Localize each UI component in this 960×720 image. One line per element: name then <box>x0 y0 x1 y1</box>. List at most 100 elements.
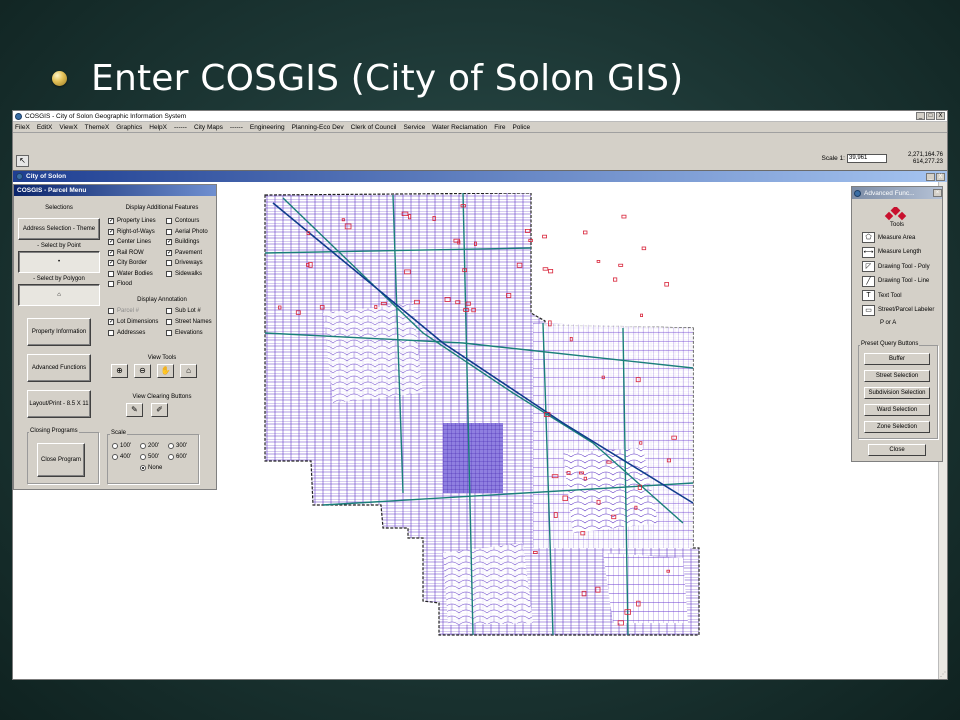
checkbox-features-left-3[interactable]: ✓ Rail ROW <box>108 249 144 256</box>
menu-item-14[interactable]: Fire <box>494 124 505 131</box>
menu-item-4[interactable]: Graphics <box>116 124 142 131</box>
advanced-functions-button[interactable]: Advanced Functions <box>27 354 91 382</box>
checked-icon[interactable]: ✓ <box>108 218 114 224</box>
radio-dot-icon[interactable] <box>140 465 146 471</box>
unchecked-icon[interactable] <box>166 218 172 224</box>
unchecked-icon[interactable] <box>108 308 114 314</box>
menu-item-9[interactable]: Engineering <box>250 124 285 131</box>
zoom-out-icon[interactable]: ⊖ <box>134 364 151 378</box>
draw-line-icon[interactable]: ╱ <box>862 275 875 287</box>
checkbox-features-right-2[interactable]: ✓ Buildings <box>166 239 199 245</box>
menu-item-2[interactable]: ViewX <box>59 124 77 131</box>
layout-print-button[interactable]: Layout/Print - 8.5 X 11 <box>27 390 91 418</box>
unchecked-icon[interactable] <box>166 319 172 325</box>
zoom-in-icon[interactable]: ⊕ <box>111 364 128 378</box>
pan-hand-icon[interactable]: ✋ <box>157 364 174 378</box>
scale-radio-6[interactable]: None <box>140 465 162 471</box>
select-by-point-button[interactable]: • <box>18 251 100 273</box>
close-program-button[interactable]: Close Program <box>37 443 85 477</box>
measure-area-icon[interactable]: ⬠ <box>862 232 875 243</box>
clear-graphics-icon[interactable]: ✎ <box>126 403 143 417</box>
address-selection-button[interactable]: Address Selection - Theme <box>18 218 100 240</box>
checkbox-annot-left-1[interactable]: ✓ Lot Dimensions <box>108 319 158 325</box>
checkbox-features-right-5[interactable]: Sidewalks <box>166 270 202 277</box>
checkbox-features-left-5[interactable]: Water Bodies <box>108 270 153 277</box>
unchecked-icon[interactable] <box>166 308 172 314</box>
advanced-tool-0[interactable]: ⬠ Measure Area <box>862 232 915 243</box>
pointer-tool-button[interactable]: ↖ <box>16 154 29 167</box>
unchecked-icon[interactable] <box>166 270 172 277</box>
select-by-polygon-button[interactable]: ⌂ <box>18 284 100 306</box>
radio-dot-icon[interactable] <box>140 454 146 460</box>
checkbox-features-left-4[interactable]: ✓ City Border <box>108 260 147 266</box>
menu-item-10[interactable]: Planning-Eco Dev <box>292 124 344 131</box>
advanced-tool-3[interactable]: ╱ Drawing Tool - Line <box>862 275 929 287</box>
map-minimize-button[interactable]: _ <box>926 172 935 181</box>
checkbox-features-left-0[interactable]: ✓ Property Lines <box>108 218 156 224</box>
unchecked-icon[interactable] <box>166 330 172 336</box>
checkbox-features-right-1[interactable]: Aerial Photo <box>166 228 208 235</box>
checkbox-features-right-3[interactable]: ✓ Pavement <box>166 249 202 256</box>
unchecked-icon[interactable] <box>108 330 114 336</box>
unchecked-icon[interactable] <box>108 281 114 287</box>
checkbox-annot-right-0[interactable]: Sub Lot # <box>166 308 201 314</box>
preset-query-button-4[interactable]: Zone Selection <box>864 421 930 433</box>
property-information-button[interactable]: Property Information <box>27 318 91 346</box>
checkbox-annot-right-1[interactable]: Street Names <box>166 319 212 325</box>
unchecked-icon[interactable] <box>166 260 172 266</box>
scale-radio-5[interactable]: 600' <box>168 454 187 460</box>
menu-item-0[interactable]: FileX <box>15 124 30 131</box>
scale-input[interactable]: 39,961 <box>847 154 887 163</box>
close-button[interactable]: X <box>936 112 945 120</box>
checked-icon[interactable]: ✓ <box>108 228 114 235</box>
advanced-tool-5[interactable]: ▭ Street/Parcel Labeler <box>862 304 934 316</box>
checked-icon[interactable]: ✓ <box>166 239 172 245</box>
advanced-tool-1[interactable]: ⟷ Measure Length <box>862 246 921 258</box>
checkbox-features-left-2[interactable]: ✓ Center Lines <box>108 239 151 245</box>
checkbox-features-left-6[interactable]: Flood <box>108 281 132 287</box>
checkbox-annot-left-2[interactable]: Addresses <box>108 330 145 336</box>
checked-icon[interactable]: ✓ <box>108 249 114 256</box>
minimize-button[interactable]: _ <box>916 112 925 120</box>
menu-item-5[interactable]: HelpX <box>149 124 167 131</box>
menu-item-11[interactable]: Clerk of Council <box>351 124 397 131</box>
radio-dot-icon[interactable] <box>168 454 174 460</box>
radio-dot-icon[interactable] <box>112 454 118 460</box>
text-tool-icon[interactable]: T <box>862 290 875 301</box>
checkbox-annot-right-2[interactable]: Elevations <box>166 330 203 336</box>
scale-radio-3[interactable]: 400' <box>112 454 131 460</box>
checkbox-features-right-4[interactable]: Driveways <box>166 260 203 266</box>
menu-item-13[interactable]: Water Reclamation <box>432 124 487 131</box>
parcel-map[interactable] <box>263 193 703 643</box>
unchecked-icon[interactable] <box>108 270 114 277</box>
resize-grip-icon[interactable]: ⋰ <box>940 671 946 678</box>
radio-dot-icon[interactable] <box>168 443 174 449</box>
menu-item-12[interactable]: Service <box>404 124 426 131</box>
advanced-close-button[interactable]: × <box>933 189 942 197</box>
unchecked-icon[interactable] <box>166 228 172 235</box>
preset-query-button-0[interactable]: Buffer <box>864 353 930 365</box>
preset-query-button-1[interactable]: Street Selection <box>864 370 930 382</box>
radio-dot-icon[interactable] <box>112 443 118 449</box>
advanced-close-panel-button[interactable]: Close <box>868 444 926 456</box>
checkbox-features-right-0[interactable]: Contours <box>166 218 199 224</box>
draw-poly-icon[interactable]: ◸ <box>862 261 875 272</box>
checkbox-features-left-1[interactable]: ✓ Right-of-Ways <box>108 228 155 235</box>
advanced-tool-2[interactable]: ◸ Drawing Tool - Poly <box>862 261 930 272</box>
checkbox-annot-left-0[interactable]: Parcel # <box>108 308 139 314</box>
advanced-tool-4[interactable]: T Text Tool <box>862 290 902 301</box>
menu-item-15[interactable]: Police <box>512 124 530 131</box>
checked-icon[interactable]: ✓ <box>108 239 114 245</box>
map-close-button[interactable]: X <box>936 172 945 181</box>
checked-icon[interactable]: ✓ <box>108 260 114 266</box>
scale-radio-2[interactable]: 300' <box>168 443 187 449</box>
preset-query-button-2[interactable]: Subdivision Selection <box>864 387 930 399</box>
checked-icon[interactable]: ✓ <box>166 249 172 256</box>
menu-item-7[interactable]: City Maps <box>194 124 223 131</box>
menu-item-3[interactable]: ThemeX <box>85 124 110 131</box>
maximize-button[interactable]: □ <box>926 112 935 120</box>
preset-query-button-3[interactable]: Ward Selection <box>864 404 930 416</box>
checked-icon[interactable]: ✓ <box>108 319 114 325</box>
scale-radio-4[interactable]: 500' <box>140 454 159 460</box>
radio-dot-icon[interactable] <box>140 443 146 449</box>
